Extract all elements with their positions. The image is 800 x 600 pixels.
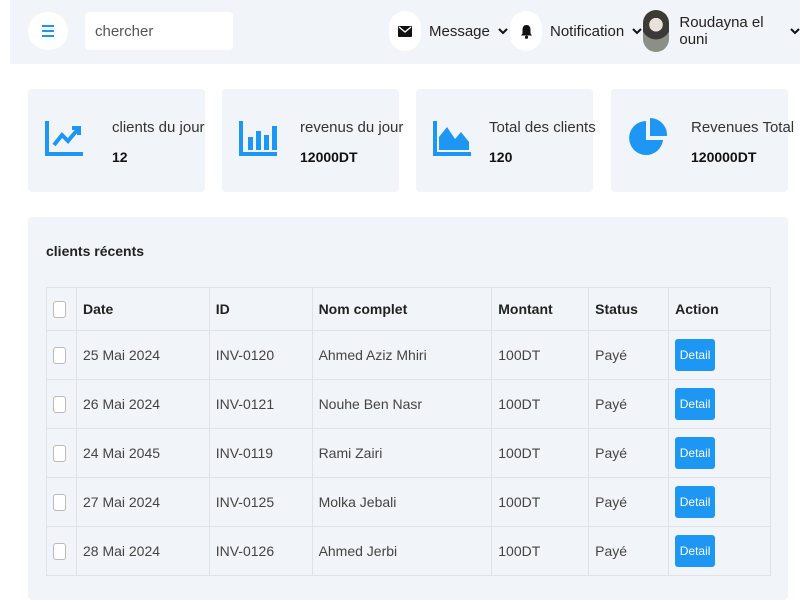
- stat-value: 120000DT: [691, 149, 757, 165]
- row-checkbox[interactable]: [53, 395, 66, 413]
- id-cell: INV-0119: [208, 428, 313, 478]
- stat-value: 120: [489, 149, 513, 165]
- recent-clients-table: Date ID Nom complet Montant Status Actio…: [46, 287, 771, 576]
- date-cell: 28 Mai 2024: [75, 526, 210, 576]
- status-cell: Payé: [588, 428, 670, 478]
- id-cell: INV-0121: [208, 379, 313, 429]
- id-cell: INV-0125: [208, 477, 313, 527]
- chevron-down-icon: [632, 27, 642, 35]
- avatar: [643, 10, 670, 52]
- date-cell: 27 Mai 2024: [75, 477, 210, 527]
- detail-button[interactable]: Detail: [675, 535, 716, 567]
- column-header-date: Date: [75, 287, 210, 331]
- name-cell: Rami Zairi: [311, 428, 493, 478]
- action-cell: Detail: [668, 477, 771, 527]
- table-header-row: Date ID Nom complet Montant Status Actio…: [46, 287, 771, 331]
- message-menu[interactable]: Message: [389, 10, 508, 52]
- checkbox-cell: [46, 526, 77, 576]
- detail-button[interactable]: Detail: [675, 437, 716, 469]
- name-cell: Ahmed Jerbi: [311, 526, 493, 576]
- amount-cell: 100DT: [491, 526, 590, 576]
- stat-card-clients-du-jour: clients du jour 12: [28, 89, 205, 192]
- message-label: Message: [429, 22, 490, 40]
- detail-button[interactable]: Detail: [675, 388, 716, 420]
- table-row: 24 Mai 2045 INV-0119 Rami Zairi 100DT Pa…: [46, 428, 771, 478]
- action-cell: Detail: [668, 330, 771, 380]
- stat-value: 12000DT: [300, 149, 358, 165]
- recent-clients-panel: clients récents Date ID Nom complet Mont…: [28, 217, 788, 600]
- row-checkbox[interactable]: [53, 542, 66, 560]
- column-header-amount: Montant: [491, 287, 590, 331]
- bar-chart-icon: [239, 121, 277, 156]
- line-chart-icon: [45, 121, 83, 156]
- status-cell: Payé: [588, 477, 670, 527]
- stat-title: Total des clients: [489, 119, 596, 136]
- checkbox-cell: [46, 428, 77, 478]
- action-cell: Detail: [668, 428, 771, 478]
- table-row: 25 Mai 2024 INV-0120 Ahmed Aziz Mhiri 10…: [46, 330, 771, 380]
- menu-button[interactable]: [28, 12, 68, 50]
- column-header-status: Status: [588, 287, 670, 331]
- status-cell: Payé: [588, 330, 670, 380]
- notification-menu[interactable]: Notification: [510, 10, 642, 52]
- table-row: 27 Mai 2024 INV-0125 Molka Jebali 100DT …: [46, 477, 771, 527]
- date-cell: 25 Mai 2024: [75, 330, 210, 380]
- name-cell: Ahmed Aziz Mhiri: [311, 330, 493, 380]
- notification-label: Notification: [550, 22, 625, 40]
- amount-cell: 100DT: [491, 379, 590, 429]
- chevron-down-icon: [790, 27, 800, 35]
- select-all-checkbox[interactable]: [53, 300, 66, 318]
- action-cell: Detail: [668, 526, 771, 576]
- stat-card-revenus-du-jour: revenus du jour 12000DT: [222, 89, 403, 192]
- amount-cell: 100DT: [491, 428, 590, 478]
- search-input[interactable]: [85, 12, 233, 50]
- row-checkbox[interactable]: [53, 493, 66, 511]
- stat-card-total-des-clients: Total des clients 120: [416, 89, 596, 192]
- amount-cell: 100DT: [491, 330, 590, 380]
- stat-title: revenus du jour: [300, 119, 404, 136]
- id-cell: INV-0120: [208, 330, 313, 380]
- area-chart-icon: [433, 121, 471, 156]
- action-cell: Detail: [668, 379, 771, 429]
- table-row: 26 Mai 2024 INV-0121 Nouhe Ben Nasr 100D…: [46, 379, 771, 429]
- checkbox-cell: [46, 330, 77, 380]
- detail-button[interactable]: Detail: [675, 339, 716, 371]
- detail-button[interactable]: Detail: [675, 486, 716, 518]
- user-menu[interactable]: Roudayna el ouni: [643, 10, 800, 52]
- stat-card-revenues-total: Revenues Total 120000DT: [611, 89, 794, 192]
- table-row: 28 Mai 2024 INV-0126 Ahmed Jerbi 100DT P…: [46, 526, 771, 576]
- amount-cell: 100DT: [491, 477, 590, 527]
- date-cell: 26 Mai 2024: [75, 379, 210, 429]
- select-all-cell: [46, 287, 77, 331]
- envelope-icon: [389, 11, 421, 51]
- user-name: Roudayna el ouni: [679, 14, 764, 48]
- row-checkbox[interactable]: [53, 444, 66, 462]
- status-cell: Payé: [588, 379, 670, 429]
- name-cell: Nouhe Ben Nasr: [311, 379, 493, 429]
- checkbox-cell: [46, 379, 77, 429]
- panel-title: clients récents: [46, 243, 145, 259]
- hamburger-icon: [42, 25, 54, 37]
- row-checkbox[interactable]: [53, 346, 66, 364]
- stat-title: clients du jour: [112, 119, 205, 136]
- stat-value: 12: [112, 149, 128, 165]
- column-header-action: Action: [668, 287, 771, 331]
- bell-icon: [510, 11, 542, 51]
- date-cell: 24 Mai 2045: [75, 428, 210, 478]
- status-cell: Payé: [588, 526, 670, 576]
- checkbox-cell: [46, 477, 77, 527]
- name-cell: Molka Jebali: [311, 477, 493, 527]
- chevron-down-icon: [498, 27, 508, 35]
- stat-title: Revenues Total: [691, 119, 795, 136]
- id-cell: INV-0126: [208, 526, 313, 576]
- column-header-id: ID: [208, 287, 313, 331]
- pie-chart-icon: [629, 117, 668, 155]
- top-bar: Message Notification Roudayna el ouni: [10, 0, 800, 64]
- column-header-name: Nom complet: [311, 287, 493, 331]
